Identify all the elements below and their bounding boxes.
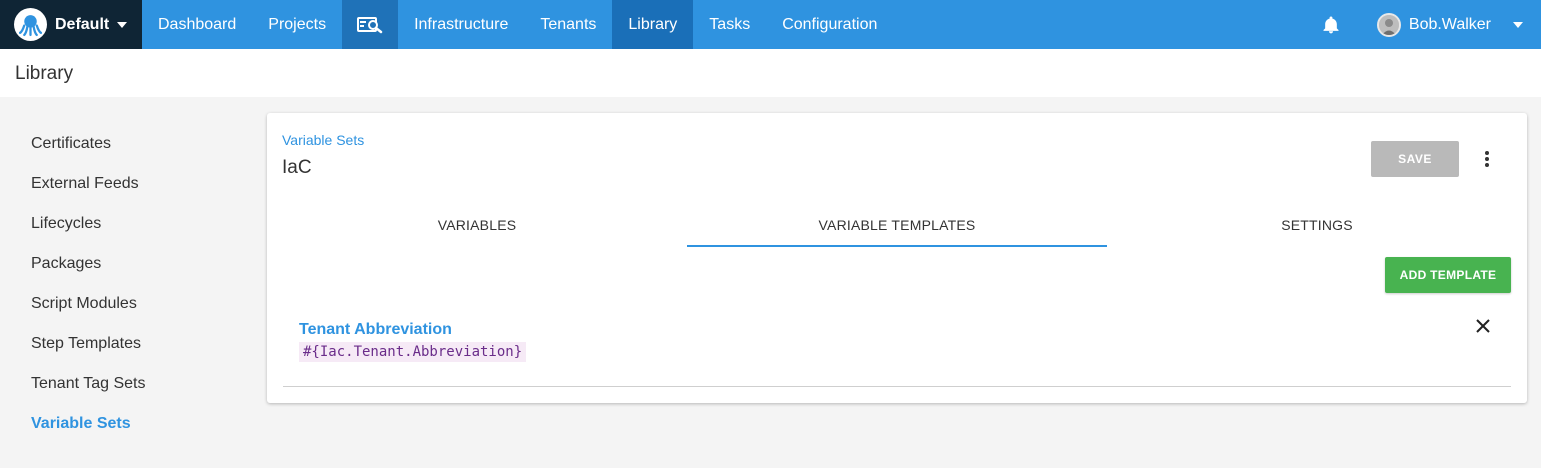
avatar [1376, 12, 1401, 37]
tab-variable-templates[interactable]: VARIABLE TEMPLATES [687, 211, 1107, 239]
nav-dashboard[interactable]: Dashboard [142, 0, 252, 49]
sidebar-item-script-modules[interactable]: Script Modules [31, 288, 145, 328]
sidebar-item-step-templates[interactable]: Step Templates [31, 328, 145, 368]
nav-right-group: Bob.Walker [1321, 0, 1541, 49]
nav-infrastructure[interactable]: Infrastructure [398, 0, 524, 49]
page-title: Library [15, 63, 74, 84]
library-sidebar: Certificates External Feeds Lifecycles P… [31, 128, 145, 448]
sidebar-item-certificates[interactable]: Certificates [31, 128, 145, 168]
nav-configuration[interactable]: Configuration [766, 0, 893, 49]
save-button[interactable]: SAVE [1371, 141, 1459, 177]
tab-variables[interactable]: VARIABLES [267, 211, 687, 239]
more-options-icon[interactable] [1475, 147, 1499, 171]
page-header: Library [0, 49, 1541, 97]
add-template-button[interactable]: ADD TEMPLATE [1385, 257, 1511, 293]
nav-library[interactable]: Library [612, 0, 694, 49]
nav-tenants[interactable]: Tenants [524, 0, 612, 49]
sidebar-item-lifecycles[interactable]: Lifecycles [31, 208, 145, 248]
user-menu[interactable]: Bob.Walker [1376, 12, 1523, 37]
active-tab-indicator [687, 245, 1107, 247]
template-variable-expression: #{Iac.Tenant.Abbreviation} [299, 342, 527, 362]
list-item: Tenant Abbreviation #{Iac.Tenant.Abbrevi… [283, 313, 1511, 387]
top-navigation: Default Dashboard Projects Infrastructur… [0, 0, 1541, 49]
chevron-down-icon [117, 21, 128, 28]
search-in-window-icon [357, 16, 383, 33]
nav-projects[interactable]: Projects [252, 0, 342, 49]
variable-set-card: Variable Sets IaC SAVE VARIABLES VARIABL… [267, 113, 1527, 403]
space-switcher[interactable]: Default [0, 0, 142, 49]
octopus-logo-icon [14, 8, 47, 41]
template-name-link[interactable]: Tenant Abbreviation [299, 321, 452, 339]
sidebar-item-tenant-tag-sets[interactable]: Tenant Tag Sets [31, 368, 145, 408]
space-name: Default [55, 15, 110, 33]
tab-bar: VARIABLES VARIABLE TEMPLATES SETTINGS [267, 211, 1527, 249]
nav-tasks[interactable]: Tasks [693, 0, 766, 49]
sidebar-item-external-feeds[interactable]: External Feeds [31, 168, 145, 208]
user-name: Bob.Walker [1408, 15, 1491, 33]
bell-icon[interactable] [1321, 15, 1341, 35]
tab-settings[interactable]: SETTINGS [1107, 211, 1527, 239]
close-icon[interactable] [1474, 317, 1492, 335]
sidebar-item-variable-sets[interactable]: Variable Sets [31, 408, 145, 448]
nav-search-button[interactable] [342, 0, 399, 49]
breadcrumb[interactable]: Variable Sets [282, 132, 364, 148]
sidebar-item-packages[interactable]: Packages [31, 248, 145, 288]
chevron-down-icon [1513, 21, 1523, 28]
variable-set-title: IaC [282, 157, 312, 178]
